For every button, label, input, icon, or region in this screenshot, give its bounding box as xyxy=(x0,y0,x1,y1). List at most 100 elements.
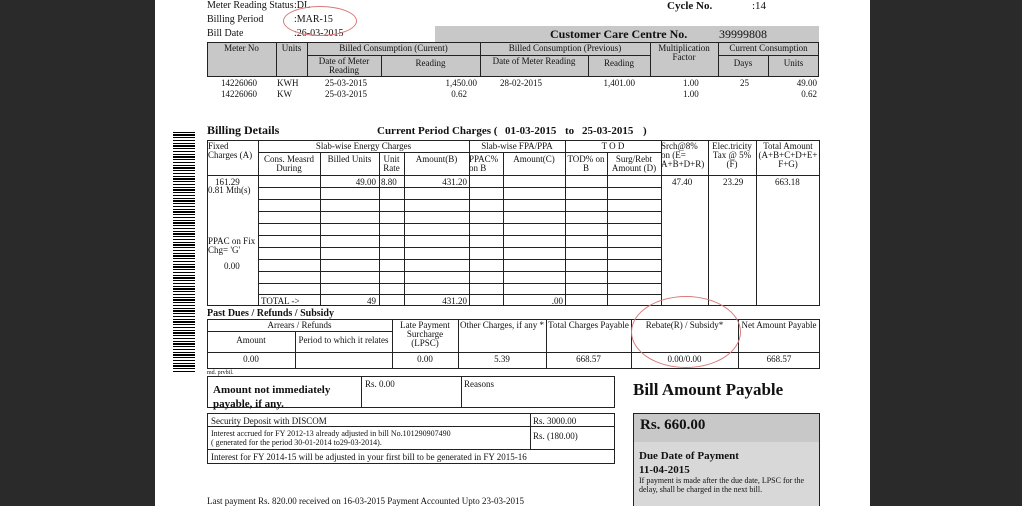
current-period-label: Current Period Charges ( xyxy=(377,125,498,137)
period-close: ) xyxy=(643,125,647,137)
col-amount-c: Amount(C) xyxy=(513,154,555,164)
table-row-units: KWH xyxy=(277,78,299,88)
table-row-cur-reading: 0.62 xyxy=(451,89,467,99)
security-deposit-label: Security Deposit with DISCOM xyxy=(211,416,327,426)
value-total-charges: 668.57 xyxy=(576,354,601,364)
past-dues-title: Past Dues / Refunds / Subsidy xyxy=(207,308,334,319)
customer-care-number: 39999808 xyxy=(719,27,767,41)
col-amount: Amount xyxy=(236,335,266,345)
table-row-meter-no: 14226060 xyxy=(221,78,257,88)
table-row-cur-date: 25-03-2015 xyxy=(325,78,367,88)
value-other-charges: 5.39 xyxy=(494,354,510,364)
billed-units-value: 49.00 xyxy=(355,177,376,187)
col-elec-tax: Elec.tricity Tax @ 5% (F) xyxy=(712,141,752,169)
due-date-note: If payment is made after the due date, L… xyxy=(639,476,805,494)
col-total-amount: Total Amount (A+B+C+D+E+ F+G) xyxy=(758,141,818,169)
col-billed-units: Billed Units xyxy=(327,154,372,164)
billing-details-title: Billing Details xyxy=(207,123,280,137)
customer-care-label: Customer Care Centre No. xyxy=(550,27,688,41)
col-multiplication-factor: Multiplication Factor xyxy=(658,43,710,62)
period-to-label: to xyxy=(565,125,575,137)
col-net-amount: Net Amount Payable xyxy=(741,320,817,330)
total-amount-value: 663.18 xyxy=(775,177,800,187)
meter-reading-status-label: Meter Reading Status xyxy=(207,0,294,11)
col-total-charges: Total Charges Payable xyxy=(548,320,629,330)
elec-tax-value: 23.29 xyxy=(723,177,744,187)
table-row-prev-date: 28-02-2015 xyxy=(500,78,542,88)
billing-period-label: Billing Period xyxy=(207,14,264,25)
not-immediately-amount: Rs. 0.00 xyxy=(365,379,395,389)
fixed-charge-months: 0.81 Mth(s) xyxy=(208,185,251,195)
col-unit-rate: Unit Rate xyxy=(383,154,400,173)
barcode xyxy=(173,132,195,372)
interest-line-2: ( generated for the period 30-01-2014 to… xyxy=(211,438,382,447)
col-tod-on-b: TOD% on B xyxy=(567,154,605,173)
srch-value: 47.40 xyxy=(672,177,693,187)
col-current-consumption: Current Consumption xyxy=(729,43,808,53)
table-row-meter-no: 14226060 xyxy=(221,89,257,99)
col-prev-reading: Reading xyxy=(604,58,634,68)
col-billed-previous: Billed Consumption (Previous) xyxy=(508,43,622,53)
table-row-mf: 1.00 xyxy=(683,78,699,88)
total-amount-b-value: 431.20 xyxy=(442,296,467,306)
bill-page: Meter Reading Status :DL Billing Period … xyxy=(155,0,870,506)
period-from: 01-03-2015 xyxy=(505,125,557,137)
col-period: Period to which it relates xyxy=(298,335,389,345)
right-background xyxy=(870,0,1022,506)
period-to: 25-03-2015 xyxy=(582,125,634,137)
table-row-cur-reading: 1,450.00 xyxy=(445,78,478,88)
col-cons-units: Units xyxy=(783,58,804,68)
customer-care-band: Customer Care Centre No. 39999808 xyxy=(435,26,819,42)
total-units-value: 49 xyxy=(367,296,376,306)
last-payment: Last payment Rs. 820.00 received on 16-0… xyxy=(207,496,524,506)
col-slab-fpa: Slab-wise FPA/PPA xyxy=(481,141,553,151)
col-ppac-on-b: PPAC% on B xyxy=(469,154,499,173)
interest-line-1: Interest accrued for FY 2012-13 already … xyxy=(211,429,451,438)
col-arrears-refunds: Arrears / Refunds xyxy=(267,320,332,330)
table-row-cons-units: 0.62 xyxy=(801,89,817,99)
bill-amount-payable-title: Bill Amount Payable xyxy=(633,380,784,399)
table-row-mf: 1.00 xyxy=(683,89,699,99)
col-fixed-charges: Fixed Charges (A) xyxy=(208,141,253,160)
annotation-circle-period xyxy=(283,6,357,36)
col-lpsc: Late Payment Surcharge (LPSC) xyxy=(400,320,450,348)
table-row-prev-reading: 1,401.00 xyxy=(603,78,636,88)
due-date-value: 11-04-2015 xyxy=(639,464,690,476)
col-cur-reading: Reading xyxy=(415,58,446,68)
cycle-no-value: :14 xyxy=(752,0,767,12)
col-other-charges: Other Charges, if any * xyxy=(459,320,545,330)
reasons-label: Reasons xyxy=(464,379,494,389)
interest-fy-note: Interest for FY 2014-15 will be adjusted… xyxy=(211,452,527,462)
value-net-amount: 668.57 xyxy=(766,354,792,364)
table-row-days: 25 xyxy=(740,78,749,88)
table-row-units: KW xyxy=(277,89,292,99)
col-units: Units xyxy=(281,43,302,53)
bill-date-label: Bill Date xyxy=(207,28,244,39)
col-prev-date: Date of Meter Reading xyxy=(492,56,576,66)
col-meter-no: Meter No xyxy=(224,43,259,53)
table-row-cons-units: 49.00 xyxy=(796,78,817,88)
security-deposit-value: Rs. 3000.00 xyxy=(533,416,577,426)
col-amount-b: Amount(B) xyxy=(415,154,458,164)
table-row-cur-date: 25-03-2015 xyxy=(325,89,367,99)
not-immediately-label: Amount not immediately payable, if any. xyxy=(213,384,331,410)
ppac-fix-label: PPAC on Fix Chg= 'G' xyxy=(208,236,256,255)
total-label: TOTAL -> xyxy=(261,296,300,306)
cycle-no-label: Cycle No. xyxy=(667,0,713,12)
left-background xyxy=(0,0,155,506)
col-days: Days xyxy=(733,58,753,68)
col-tod: T O D xyxy=(601,141,625,151)
value-lpsc: 0.00 xyxy=(417,354,433,364)
value-amount: 0.00 xyxy=(243,354,259,364)
ppac-fix-value: 0.00 xyxy=(224,261,240,271)
col-cur-date: Date of Meter Reading xyxy=(318,56,370,75)
col-srch: Srch@8% on (E= A+B+D+R) xyxy=(661,141,705,169)
col-cons-measured: Cons. Measrd During xyxy=(264,154,314,173)
col-billed-current: Billed Consumption (Current) xyxy=(339,43,448,53)
col-slab-energy: Slab-wise Energy Charges xyxy=(315,141,412,151)
col-surg-rebt: Surg/Rebt Amount (D) xyxy=(611,154,657,173)
interest-value: Rs. (180.00) xyxy=(533,431,578,441)
unit-rate-value: 8.80 xyxy=(381,177,397,187)
total-amount-c-value: .00 xyxy=(551,296,563,306)
amount-b-value: 431.20 xyxy=(442,177,467,187)
